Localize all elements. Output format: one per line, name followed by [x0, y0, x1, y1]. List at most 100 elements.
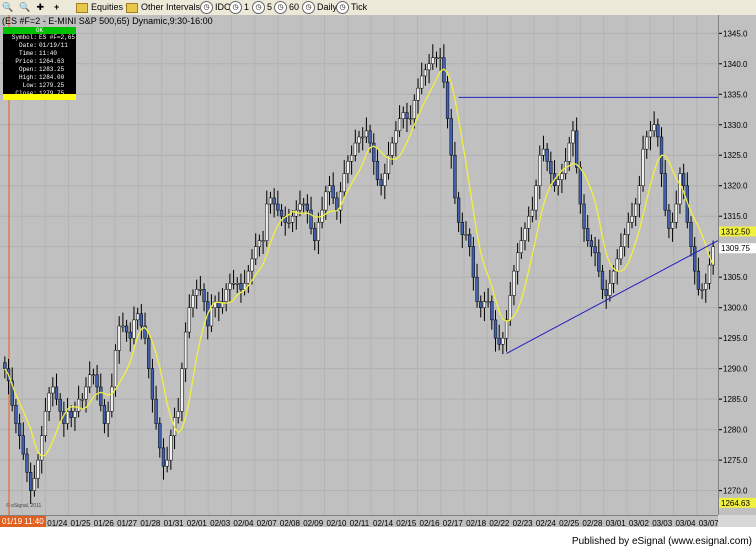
data-window-row: Price: 1264.63	[3, 58, 76, 66]
data-window-key: Date:	[18, 42, 37, 49]
price-tick-label: 1335.0	[723, 90, 748, 99]
interval-1-button[interactable]: ◷ 1	[229, 1, 249, 15]
chart-plot-area[interactable]	[0, 15, 719, 515]
zoom-in-icon[interactable]: 🔍	[2, 2, 13, 12]
interval-5-button[interactable]: ◷ 5	[252, 1, 272, 15]
candle-body	[549, 161, 553, 174]
candle-body	[379, 179, 383, 186]
interval-idc-button[interactable]: ◷ IDC	[200, 1, 231, 15]
data-window-key: Symbol:	[11, 34, 37, 41]
candle-body	[3, 362, 7, 369]
candle-body	[615, 258, 619, 272]
candle-body	[571, 130, 575, 144]
candle-body	[645, 136, 649, 150]
candle-body	[663, 173, 667, 211]
data-window-value: 11:40	[39, 50, 58, 57]
chart-title: (ES #F=2 - E-MINI S&P 500,65) Dynamic,9:…	[2, 16, 213, 26]
toolbar-symbol-icons[interactable]: 🔍 🔍 ✚ +	[2, 1, 59, 14]
candle-body	[619, 246, 623, 260]
candle-body	[51, 386, 55, 394]
clock-icon: ◷	[200, 1, 213, 15]
candle-body	[102, 404, 107, 424]
interval-daily-button[interactable]: ◷ Daily	[302, 1, 337, 15]
candle-body	[187, 307, 191, 333]
price-tick-label: 1270.0	[723, 487, 748, 496]
other-intervals-dropdown[interactable]: Other Intervals ▾	[126, 1, 207, 14]
price-axis[interactable]: 1270.0 1275.0 1280.0 1285.0 1290.0 1295.0 1300…	[718, 15, 756, 515]
candle-body	[431, 57, 435, 65]
candle-body	[128, 331, 132, 339]
candle-body	[597, 252, 601, 272]
candle-body	[32, 478, 37, 491]
price-tick-label: 1340.0	[723, 60, 748, 69]
candle-body	[309, 209, 313, 229]
data-window-row: Date: 01/19/11	[3, 42, 76, 50]
candle-body	[305, 203, 310, 211]
price-tag-label: 1312.50	[721, 227, 750, 236]
candle-body	[401, 112, 405, 119]
candle-body	[545, 148, 549, 162]
price-tick-label: 1295.0	[723, 334, 748, 343]
candle-body	[65, 411, 70, 424]
data-window-row: High: 1284.00	[3, 74, 76, 82]
candle-body	[490, 301, 494, 321]
candle-body	[95, 374, 99, 388]
candle-body	[154, 398, 158, 424]
candle-body	[604, 289, 608, 296]
candle-body	[364, 130, 369, 138]
plus-icon[interactable]: +	[54, 2, 59, 12]
candle-body	[353, 142, 357, 156]
data-window-header[interactable]: OK	[3, 27, 76, 34]
clock-icon: ◷	[274, 1, 287, 15]
candle-body	[408, 118, 413, 120]
candle-body	[113, 350, 118, 388]
candle-body	[298, 203, 302, 211]
zoom-out-icon[interactable]: 🔍	[19, 2, 30, 12]
candle-body	[268, 197, 273, 205]
price-axis-svg: 1270.0 1275.0 1280.0 1285.0 1290.0 1295.0 1300…	[719, 29, 756, 508]
folder-icon	[126, 2, 138, 13]
candle-body	[169, 435, 173, 461]
candle-body	[464, 234, 468, 236]
candle-body	[479, 301, 483, 308]
candle-body	[652, 124, 656, 132]
candle-body	[493, 319, 498, 339]
equities-dropdown[interactable]: Equities ▾	[76, 1, 130, 14]
candle-body	[287, 222, 291, 224]
interval-60-button[interactable]: ◷ 60	[274, 1, 299, 15]
candle-body	[427, 63, 431, 71]
candle-body	[335, 197, 339, 211]
candle-body	[191, 295, 195, 308]
candle-body	[523, 228, 527, 241]
folder-icon	[76, 2, 88, 13]
candle-body	[139, 313, 143, 327]
candle-body	[693, 246, 697, 272]
candle-body	[456, 197, 461, 223]
candle-body	[420, 75, 424, 89]
price-tick-label: 1275.0	[723, 456, 748, 465]
candle-body	[582, 203, 586, 229]
candle-body	[29, 472, 33, 491]
cursor-icon[interactable]: ✚	[36, 2, 44, 12]
candle-body	[560, 173, 564, 180]
candle-body	[696, 270, 701, 290]
clock-icon: ◷	[252, 1, 265, 15]
data-window-key: Low:	[22, 82, 37, 89]
current-date-label: 01/19 11:40	[0, 516, 46, 527]
candle-body	[279, 209, 284, 217]
candle-body	[239, 283, 243, 290]
candle-body	[21, 435, 25, 455]
candle-body	[468, 234, 472, 247]
candle-body	[556, 179, 560, 186]
candle-body	[689, 222, 693, 247]
candle-body	[99, 386, 103, 406]
clock-icon: ◷	[336, 1, 349, 15]
interval-tick-button[interactable]: ◷ Tick	[336, 1, 367, 15]
candle-body	[84, 386, 88, 400]
candle-body	[674, 203, 678, 223]
candle-body	[445, 81, 450, 119]
candlestick-chart[interactable]	[0, 15, 719, 515]
price-tick-label: 1290.0	[723, 365, 748, 374]
candle-body	[541, 148, 546, 156]
candle-body	[290, 215, 295, 223]
